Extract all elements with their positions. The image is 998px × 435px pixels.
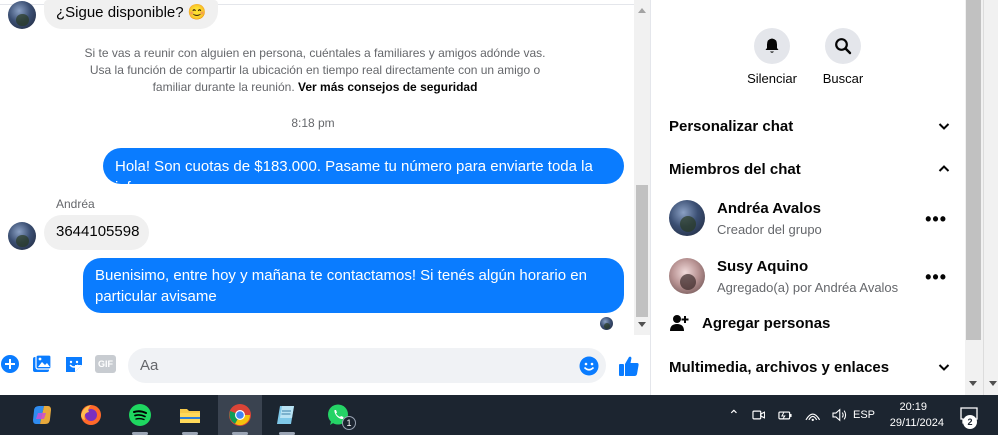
sticker-icon[interactable] bbox=[64, 354, 84, 374]
chevron-up-icon bbox=[938, 165, 950, 172]
mute-action[interactable]: Silenciar bbox=[740, 28, 804, 86]
scroll-up-arrow[interactable] bbox=[638, 8, 646, 13]
member-row[interactable]: Susy Aquino Agregado(a) por Andréa Avalo… bbox=[669, 257, 951, 301]
read-receipt-avatar bbox=[600, 317, 613, 330]
section-title: Multimedia, archivos y enlaces bbox=[669, 358, 890, 376]
file-explorer-icon[interactable] bbox=[170, 395, 210, 435]
avatar bbox=[669, 200, 705, 236]
message-input[interactable] bbox=[128, 348, 606, 383]
search-action[interactable]: Buscar bbox=[811, 28, 875, 86]
member-name: Andréa Avalos bbox=[717, 200, 821, 217]
clock-date: 29/11/2024 bbox=[889, 417, 944, 429]
scroll-down-arrow[interactable] bbox=[638, 322, 646, 327]
gif-icon[interactable]: GIF bbox=[95, 355, 116, 373]
sender-name: Andréa bbox=[56, 197, 95, 211]
member-row[interactable]: Andréa Avalos Creador del grupo ••• bbox=[669, 199, 951, 243]
input-language[interactable]: ESP bbox=[853, 395, 875, 435]
scroll-thumb[interactable] bbox=[966, 0, 981, 340]
customize-chat-section[interactable]: Personalizar chat bbox=[669, 114, 951, 138]
page-scrollbar[interactable] bbox=[965, 0, 998, 395]
whatsapp-icon[interactable]: 1 bbox=[318, 395, 358, 435]
mute-label: Silenciar bbox=[747, 71, 797, 86]
volume-icon[interactable] bbox=[832, 408, 848, 422]
message-timestamp: 8:18 pm bbox=[291, 116, 335, 130]
media-files-section[interactable]: Multimedia, archivos y enlaces bbox=[669, 355, 951, 379]
browser-scrollbar[interactable] bbox=[983, 0, 998, 395]
photo-icon[interactable] bbox=[32, 354, 52, 374]
more-options-icon[interactable]: ••• bbox=[925, 209, 947, 230]
taskbar: 1 ⌃ ESP 20:19 29/11/2024 2 bbox=[0, 395, 998, 435]
copilot-icon[interactable] bbox=[22, 395, 62, 435]
chevron-down-icon bbox=[938, 364, 950, 371]
message-bubble-outgoing[interactable]: Buenisimo, entre hoy y mañana te contact… bbox=[83, 258, 624, 313]
scroll-down-arrow[interactable] bbox=[989, 381, 997, 386]
clock[interactable]: 20:19 29/11/2024 bbox=[879, 395, 947, 435]
notification-center[interactable]: 2 bbox=[955, 395, 983, 435]
section-title: Personalizar chat bbox=[669, 117, 794, 135]
bell-icon[interactable] bbox=[754, 28, 790, 64]
firefox-icon[interactable] bbox=[71, 395, 111, 435]
camera-icon[interactable] bbox=[752, 408, 766, 422]
thumbs-up-icon[interactable] bbox=[617, 354, 641, 378]
scroll-down-arrow[interactable] bbox=[969, 381, 977, 386]
more-options-icon[interactable]: ••• bbox=[925, 267, 947, 288]
clock-time: 20:19 bbox=[899, 401, 927, 413]
system-tray: ⌃ bbox=[728, 395, 848, 435]
member-role: Agregado(a) por Andréa Avalos bbox=[717, 280, 899, 295]
notepad-icon[interactable] bbox=[267, 395, 307, 435]
message-bubble-outgoing[interactable]: Hola! Son cuotas de $183.000. Pasame tu … bbox=[103, 148, 624, 196]
notification-count-badge: 2 bbox=[963, 415, 977, 429]
add-people-button[interactable]: Agregar personas bbox=[669, 311, 951, 335]
chat-pane: ¿Sigue disponible? 😊 Si te vas a reunir … bbox=[0, 0, 650, 395]
chevron-down-icon bbox=[938, 123, 950, 130]
member-role: Creador del grupo bbox=[717, 222, 822, 237]
search-icon[interactable] bbox=[825, 28, 861, 64]
battery-icon[interactable] bbox=[777, 408, 793, 422]
safety-notice: Si te vas a reunir con alguien en person… bbox=[80, 45, 550, 96]
section-title: Miembros del chat bbox=[669, 160, 801, 178]
avatar[interactable] bbox=[8, 1, 36, 29]
screen: ¿Sigue disponible? 😊 Si te vas a reunir … bbox=[0, 0, 998, 435]
message-bubble-incoming[interactable]: ¿Sigue disponible? 😊 bbox=[44, 0, 219, 29]
spotify-icon[interactable] bbox=[120, 395, 160, 435]
chat-scrollbar[interactable] bbox=[634, 0, 650, 335]
scroll-thumb[interactable] bbox=[636, 185, 648, 317]
chat-members-section[interactable]: Miembros del chat bbox=[669, 157, 951, 181]
chat-info-pane: Silenciar Buscar Personalizar chat Miemb… bbox=[650, 0, 965, 395]
chrome-icon[interactable] bbox=[218, 395, 262, 435]
add-people-label: Agregar personas bbox=[702, 314, 831, 332]
search-label: Buscar bbox=[822, 71, 864, 86]
avatar[interactable] bbox=[8, 222, 36, 250]
avatar bbox=[669, 258, 705, 294]
safety-tips-link[interactable]: Ver más consejos de seguridad bbox=[298, 80, 477, 94]
emoji-icon[interactable] bbox=[579, 356, 599, 376]
chevron-up-icon[interactable]: ⌃ bbox=[728, 407, 740, 424]
wifi-icon[interactable] bbox=[805, 408, 821, 422]
add-person-icon bbox=[670, 315, 689, 331]
message-bubble-incoming[interactable]: 3644105598 bbox=[44, 215, 149, 250]
notification-badge: 1 bbox=[342, 416, 356, 430]
plus-icon[interactable] bbox=[0, 354, 20, 374]
member-name: Susy Aquino bbox=[717, 258, 809, 275]
composer: GIF bbox=[0, 344, 650, 388]
